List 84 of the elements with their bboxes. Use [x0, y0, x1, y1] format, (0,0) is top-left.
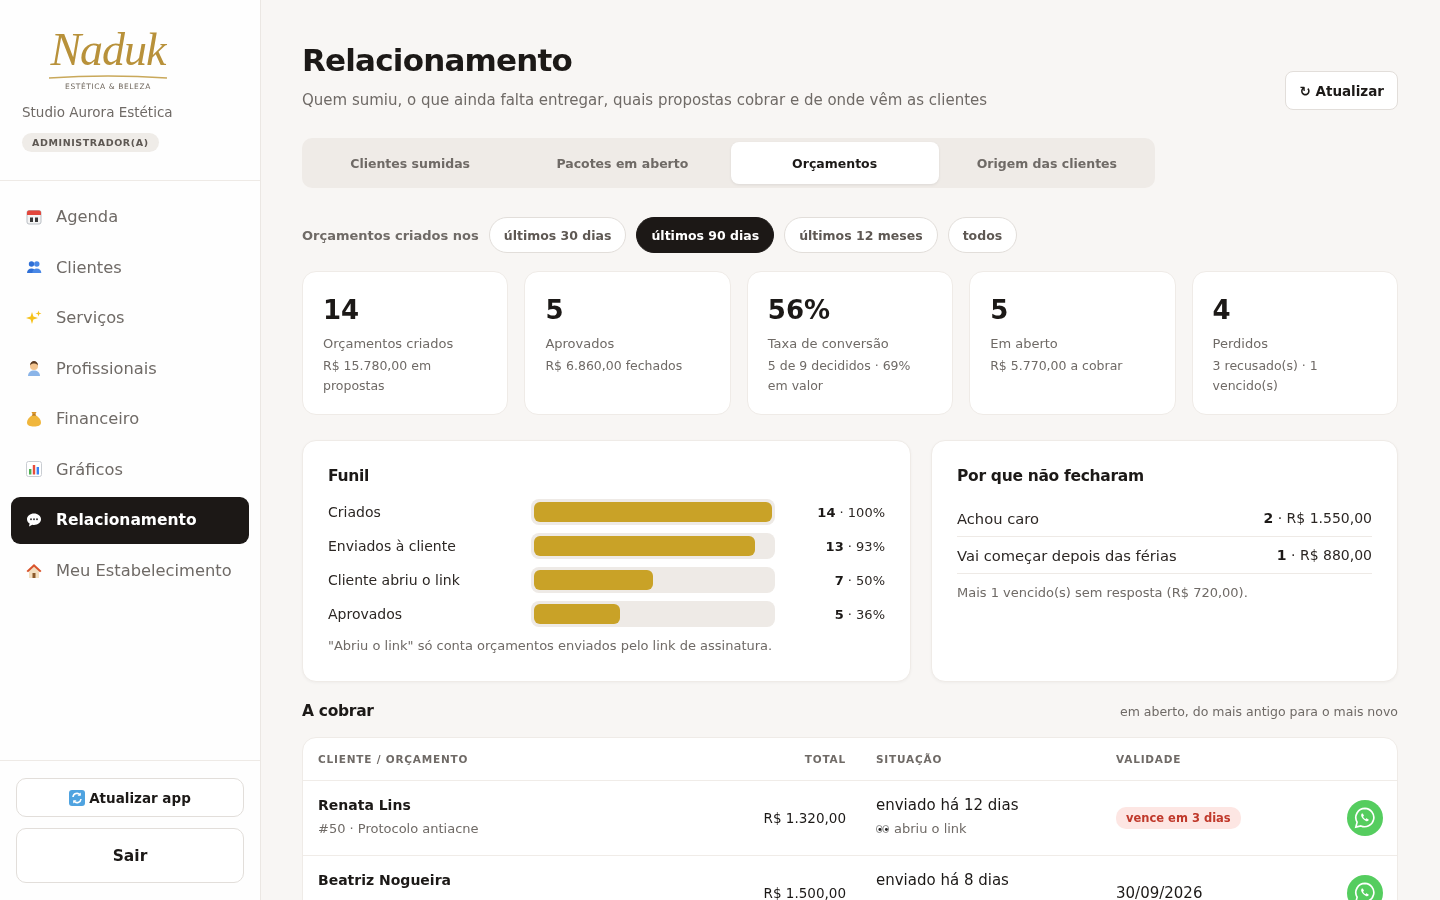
speech-bubble-icon	[26, 512, 42, 529]
stage-reading: 7 · 50%	[834, 572, 885, 588]
nav-item[interactable]: Gráficos	[11, 445, 249, 493]
stage-reading: 14 · 100%	[817, 504, 885, 520]
filter-label: Orçamentos criados nos	[302, 227, 479, 243]
stat-value: 5	[545, 294, 564, 326]
validity-date: 30/09/2026	[1116, 884, 1203, 900]
update-app-button[interactable]: Atualizar app	[16, 778, 244, 817]
total-amount: R$ 1.500,00	[763, 885, 846, 900]
role-badge: ADMINISTRADOR(A)	[22, 133, 159, 152]
quote-description: #50 · Protocolo antiacne	[318, 821, 479, 836]
stat-label: Aprovados	[545, 336, 615, 352]
nav-item[interactable]: Financeiro	[11, 395, 249, 443]
stat-detail: R$ 15.780,00 em propostas	[323, 357, 433, 395]
page-subtitle: Quem sumiu, o que ainda falta entregar, quais propostas cobrar e de onde vêm as clientes	[302, 90, 988, 110]
stat-detail: 3 recusado(s) · 1 vencido(s)	[1212, 357, 1319, 395]
reason-label: Achou caro	[957, 509, 1039, 527]
people-icon	[26, 259, 42, 276]
client-name: Renata Lins	[318, 797, 411, 814]
card-title: Por que não fecharam	[957, 466, 1145, 486]
phone-bubble-icon	[1354, 807, 1376, 829]
period-chip[interactable]: últimos 30 dias	[488, 217, 627, 253]
stat-value: 5	[990, 294, 1009, 326]
nav-item[interactable]: Agenda	[11, 193, 249, 240]
stat-value: 56%	[767, 294, 831, 326]
total-amount: R$ 1.320,00	[763, 810, 846, 826]
eyes-icon	[876, 824, 889, 833]
stage-label: Criados	[328, 504, 382, 520]
business-name: Studio Aurora Estética	[22, 104, 173, 121]
status-text: enviado há 12 dias	[876, 797, 1019, 814]
stat-detail: R$ 6.860,00 fechados	[545, 357, 683, 375]
column-header: CLIENTE / ORÇAMENTO	[318, 753, 470, 765]
refresh-button[interactable]: ↻ Atualizar	[1285, 71, 1398, 110]
person-icon	[26, 360, 42, 377]
stat-value: 4	[1212, 294, 1231, 326]
reason-label: Vai começar depois das férias	[957, 546, 1177, 564]
loss-note: Mais 1 vencido(s) sem resposta (R$ 720,00).	[957, 584, 1249, 602]
tab[interactable]: Clientes sumidas	[306, 142, 515, 184]
nav-item[interactable]: Relacionamento	[11, 496, 249, 544]
column-header: TOTAL	[804, 753, 846, 765]
section-caption: em aberto, do mais antigo para o mais novo	[1119, 703, 1398, 719]
tab[interactable]: Origem das clientes	[942, 142, 1151, 184]
refresh-icon	[69, 789, 86, 806]
stat-value: 14	[323, 294, 360, 326]
chat-button[interactable]	[1347, 800, 1383, 836]
expiry-badge: vence em 3 dias	[1116, 807, 1241, 829]
column-header: SITUAÇÃO	[875, 753, 944, 765]
nav-item[interactable]: Meu Estabelecimento	[11, 547, 249, 595]
nav-item[interactable]: Serviços	[11, 294, 249, 342]
logo-wordmark: Naduk	[50, 28, 166, 72]
link-status: abriu o link	[894, 821, 967, 836]
stage-label: Enviados à cliente	[328, 538, 457, 554]
stat-detail: 5 de 9 decididos · 69% em valor	[767, 357, 912, 395]
logout-button[interactable]: Sair	[16, 828, 244, 883]
nav-item[interactable]: Clientes	[11, 243, 249, 291]
client-name: Beatriz Nogueira	[318, 872, 451, 889]
bar-chart-icon	[26, 461, 42, 478]
stat-detail: R$ 5.770,00 a cobrar	[990, 357, 1123, 375]
nav-item[interactable]: Profissionais	[11, 344, 249, 392]
stage-label: Cliente abriu o link	[328, 572, 461, 588]
tab[interactable]: Pacotes em aberto	[518, 142, 727, 184]
stat-label: Orçamentos criados	[323, 336, 454, 352]
stage-reading: 5 · 36%	[834, 606, 885, 622]
house-icon	[26, 562, 42, 579]
section-title: A cobrar	[302, 702, 374, 720]
reason-reading: 1 · R$ 880,00	[1276, 547, 1372, 563]
period-chip[interactable]: últimos 90 dias	[636, 217, 775, 253]
stage-label: Aprovados	[328, 606, 404, 622]
period-chip[interactable]: todos	[947, 217, 1018, 253]
tab[interactable]: Orçamentos	[730, 142, 939, 184]
card-title: Funil	[328, 466, 370, 486]
stage-reading: 13 · 93%	[825, 538, 885, 554]
status-text: enviado há 8 dias	[876, 872, 1009, 889]
reason-reading: 2 · R$ 1.550,00	[1263, 510, 1372, 526]
column-header: VALIDADE	[1116, 753, 1183, 765]
calendar-icon	[26, 208, 42, 225]
money-bag-icon	[26, 410, 42, 427]
funnel-note: "Abriu o link" só conta orçamentos enviados pelo link de assinatura.	[328, 637, 774, 655]
period-chip[interactable]: últimos 12 meses	[784, 217, 938, 253]
stat-label: Taxa de conversão	[767, 336, 889, 352]
stat-label: Perdidos	[1212, 336, 1268, 352]
phone-bubble-icon	[1354, 882, 1376, 900]
stat-label: Em aberto	[990, 336, 1058, 352]
page-title: Relacionamento	[302, 41, 574, 80]
